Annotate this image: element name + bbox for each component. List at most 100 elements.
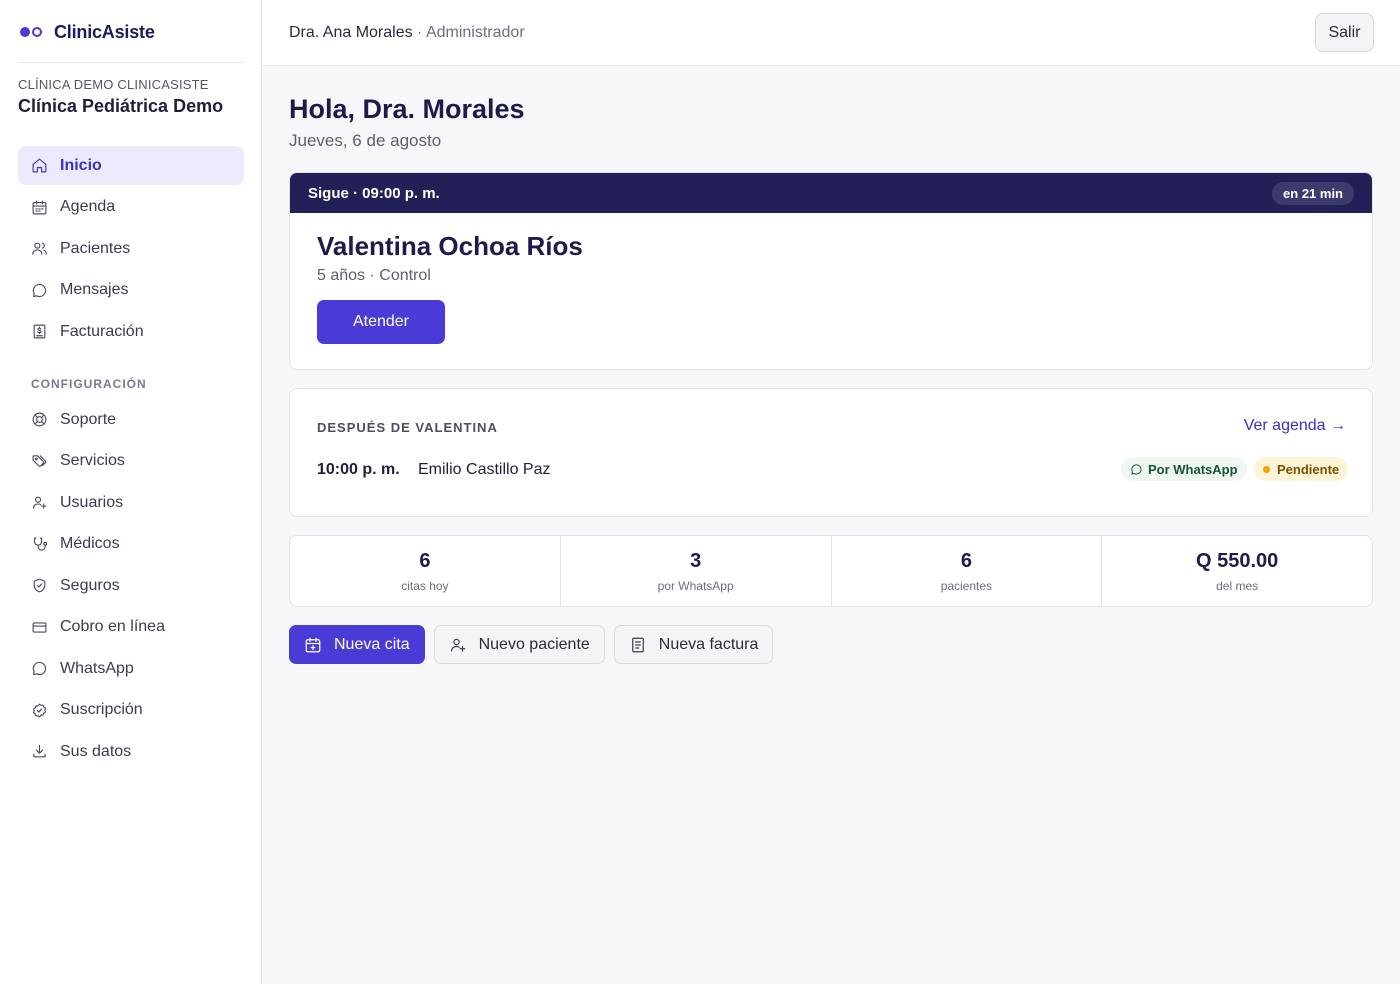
stat-value: 6 <box>960 549 972 572</box>
stethoscope-icon <box>33 537 48 551</box>
main-nav: Inicio Agenda Pacientes Mensajes Factura… <box>18 146 244 354</box>
stats-panel: 6 citas hoy 3 por WhatsApp 6 pacientes Q… <box>289 535 1373 607</box>
whatsapp-icon <box>1131 463 1142 475</box>
next-appointment-time: Sigue · 09:00 p. m. <box>308 184 440 202</box>
button-label: Nueva cita <box>334 635 410 653</box>
sidebar-item-label: Facturación <box>60 322 144 340</box>
stat-label: citas hoy <box>401 578 449 593</box>
sidebar-item-servicios[interactable]: Servicios <box>18 442 244 481</box>
time-remaining-badge: en 21 min <box>1272 181 1354 205</box>
stat-value: 6 <box>419 549 431 572</box>
lifebuoy-icon <box>32 412 47 427</box>
attend-button[interactable]: Atender <box>317 300 445 344</box>
shield-icon <box>33 578 46 593</box>
credit-card-icon <box>32 621 47 633</box>
nav-section-title: CONFIGURACIÓN <box>31 377 147 391</box>
new-patient-button[interactable]: Nuevo paciente <box>433 625 605 664</box>
badge-check-icon <box>32 703 47 717</box>
user-plus-icon <box>450 638 465 652</box>
divider <box>18 62 244 63</box>
calendar-icon <box>32 200 47 214</box>
sidebar-item-label: Seguros <box>60 576 120 594</box>
clinic-name: Clínica Pediátrica Demo <box>18 96 224 116</box>
document-icon <box>631 637 644 652</box>
next-appointment-header: Sigue · 09:00 p. m. en 21 min <box>290 173 1372 213</box>
appointment-patient[interactable]: Emilio Castillo Paz <box>418 461 550 479</box>
stat-citas-hoy: 6 citas hoy <box>290 536 561 606</box>
calendar-plus-icon <box>305 637 321 652</box>
config-nav: Soporte Servicios Usuarios Médicos Segur… <box>18 400 244 774</box>
stat-label: por WhatsApp <box>657 578 734 593</box>
stat-label: pacientes <box>940 578 993 593</box>
sidebar-item-label: Agenda <box>60 198 116 215</box>
status-label: Pendiente <box>1277 461 1340 477</box>
sidebar-item-sus-datos[interactable]: Sus datos <box>18 732 244 771</box>
user-role: Administrador <box>425 24 525 41</box>
sidebar-item-inicio[interactable]: Inicio <box>18 146 244 185</box>
button-label: Nueva factura <box>658 635 759 653</box>
current-user: Dra. Ana Morales · Administrador <box>289 24 525 42</box>
sidebar-item-label: Sus datos <box>60 742 132 760</box>
stat-value: 3 <box>690 549 702 572</box>
button-label: Nuevo paciente <box>478 635 590 653</box>
home-icon <box>32 158 47 173</box>
upcoming-title: DESPUÉS DE VALENTINA <box>317 420 498 435</box>
next-appointment-card: Sigue · 09:00 p. m. en 21 min Valentina … <box>289 172 1373 370</box>
logout-button[interactable]: Salir <box>1315 13 1374 52</box>
message-icon <box>32 283 47 297</box>
invoice-icon <box>33 324 46 339</box>
current-date: Jueves, 6 de agosto <box>289 131 442 150</box>
status-dot-icon <box>1263 465 1270 473</box>
tags-icon <box>32 454 47 467</box>
appointment-time: 10:00 p. m. <box>317 461 400 478</box>
sidebar-item-soporte[interactable]: Soporte <box>18 400 244 439</box>
stat-value: Q 550.00 <box>1195 549 1279 572</box>
sidebar-item-facturacion[interactable]: Facturación <box>18 312 244 351</box>
stat-pacientes: 6 pacientes <box>832 536 1103 606</box>
new-invoice-button[interactable]: Nueva factura <box>613 625 774 664</box>
user-name: Dra. Ana Morales <box>289 24 413 41</box>
sidebar-item-label: Suscripción <box>60 701 143 718</box>
topbar: Dra. Ana Morales · Administrador Salir <box>262 0 1400 66</box>
sidebar-item-label: Soporte <box>60 410 117 428</box>
sidebar-item-cobro-en-linea[interactable]: Cobro en línea <box>18 608 244 647</box>
status-badge: Pendiente <box>1254 457 1349 481</box>
next-patient-meta: 5 años · Control <box>317 267 431 284</box>
whatsapp-icon <box>32 661 47 676</box>
quick-actions: Nueva cita Nuevo paciente Nueva factura <box>289 625 774 664</box>
sidebar-item-pacientes[interactable]: Pacientes <box>18 229 244 268</box>
sidebar-item-whatsapp[interactable]: WhatsApp <box>18 649 244 688</box>
sidebar-item-agenda[interactable]: Agenda <box>18 188 244 227</box>
sidebar: ClinicAsiste CLÍNICA DEMO CLINICASISTE C… <box>0 0 262 984</box>
view-agenda-link[interactable]: Ver agenda → <box>1244 417 1346 435</box>
new-appointment-button[interactable]: Nueva cita <box>289 625 425 664</box>
sidebar-item-label: Médicos <box>60 535 120 552</box>
sidebar-item-label: Pacientes <box>60 239 131 257</box>
stat-label: del mes <box>1216 578 1259 593</box>
sidebar-item-label: Servicios <box>60 452 125 469</box>
brand[interactable]: ClinicAsiste <box>18 20 155 44</box>
sidebar-item-label: Mensajes <box>60 281 129 298</box>
download-icon <box>33 744 46 758</box>
whatsapp-channel-badge: Por WhatsApp <box>1121 457 1247 481</box>
channel-label: Por WhatsApp <box>1148 461 1238 477</box>
next-patient-name: Valentina Ochoa Ríos <box>317 231 583 261</box>
sidebar-item-label: WhatsApp <box>60 659 134 677</box>
user-plus-icon <box>32 496 47 509</box>
sidebar-item-label: Inicio <box>60 156 102 174</box>
sidebar-item-seguros[interactable]: Seguros <box>18 566 244 605</box>
sidebar-item-suscripcion[interactable]: Suscripción <box>18 691 244 730</box>
sidebar-item-label: Usuarios <box>60 493 124 511</box>
brand-logo-icon <box>18 25 46 39</box>
stat-del-mes: Q 550.00 del mes <box>1102 536 1372 606</box>
brand-name: ClinicAsiste <box>54 21 155 42</box>
clinic-kicker: CLÍNICA DEMO CLINICASISTE <box>18 77 209 92</box>
stat-por-whatsapp: 3 por WhatsApp <box>561 536 832 606</box>
upcoming-appointments-card: DESPUÉS DE VALENTINA Ver agenda → 10:00 … <box>289 388 1373 517</box>
users-icon <box>32 242 47 255</box>
sidebar-item-usuarios[interactable]: Usuarios <box>18 483 244 522</box>
sidebar-item-medicos[interactable]: Médicos <box>18 525 244 564</box>
page-title: Hola, Dra. Morales <box>289 94 525 124</box>
sidebar-item-mensajes[interactable]: Mensajes <box>18 271 244 310</box>
user-separator: · <box>412 24 426 41</box>
